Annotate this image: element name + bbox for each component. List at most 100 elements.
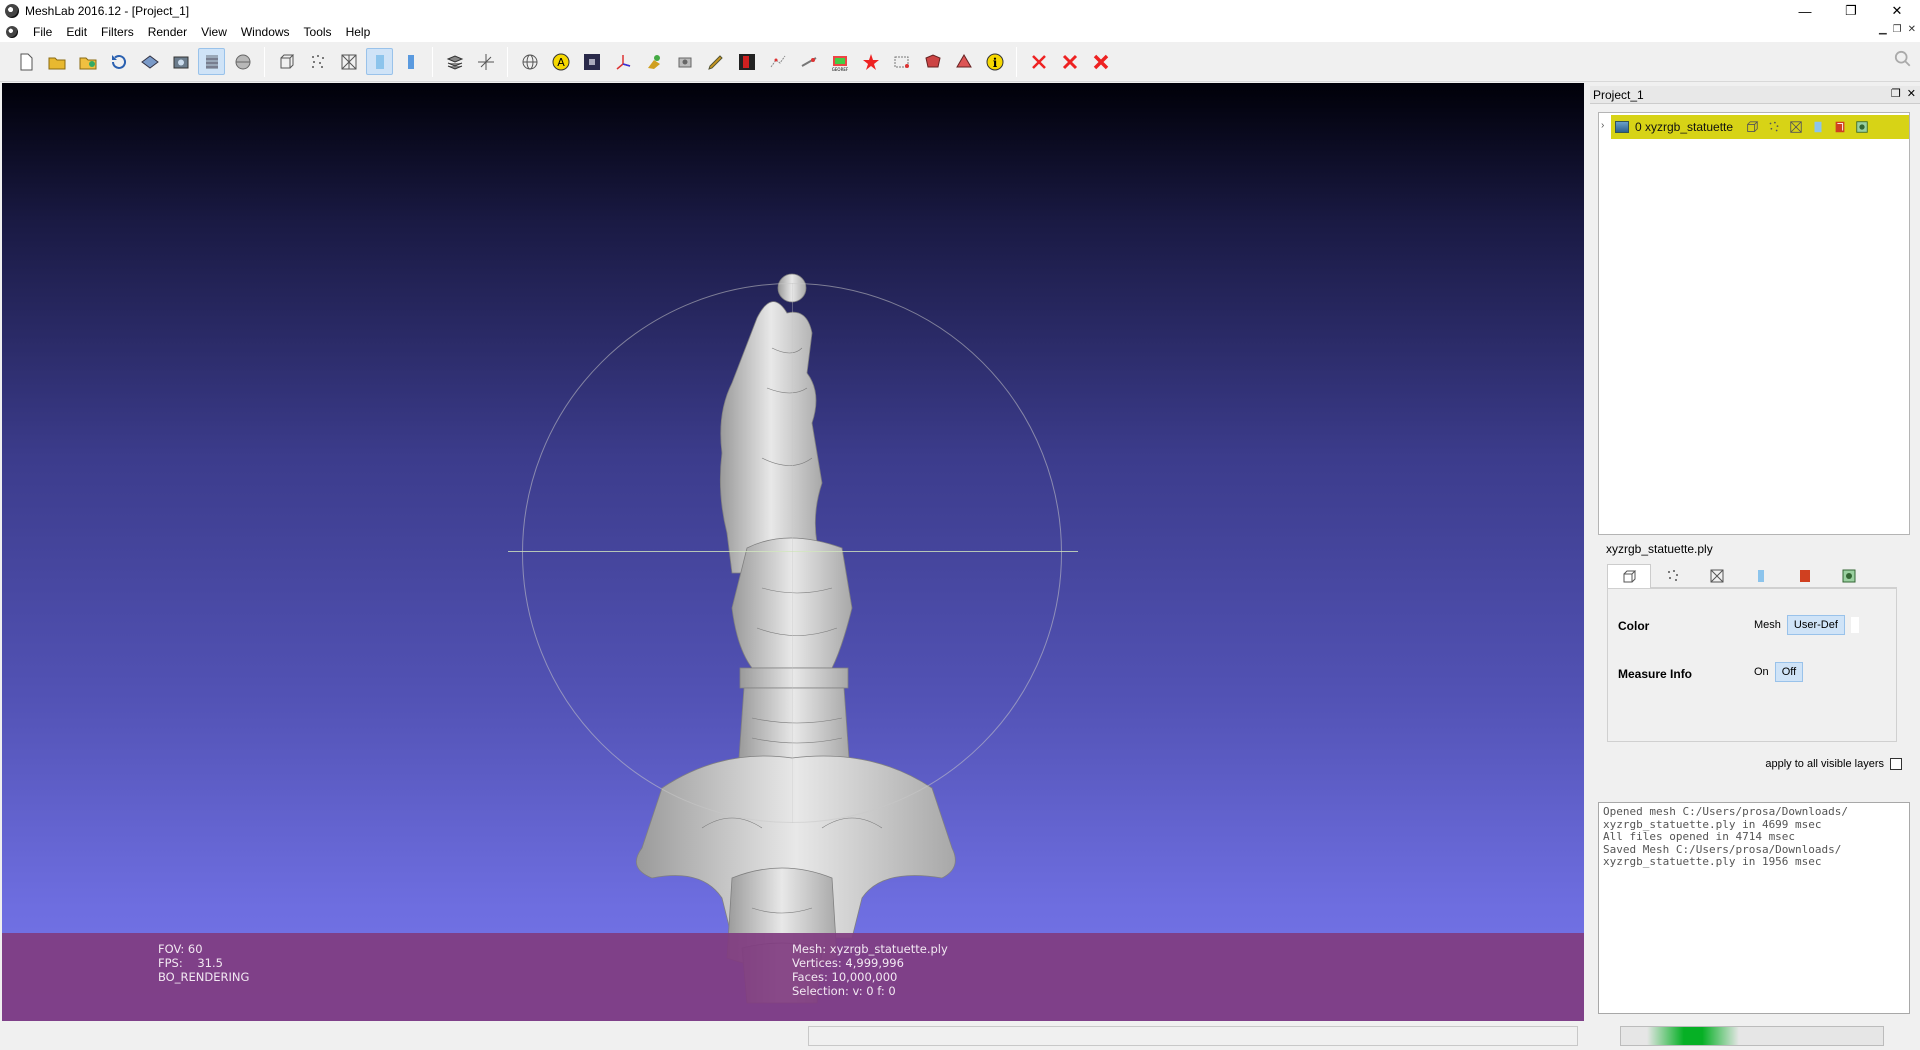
log-window[interactable]: Opened mesh C:/Users/prosa/Downloads/ xy… — [1598, 802, 1910, 1014]
fps-text: FPS: 31.5 — [158, 956, 223, 970]
3d-viewport[interactable]: FOV: 60 FPS: 31.5 BO_RENDERING Mesh: xyz… — [2, 83, 1584, 1021]
delete-icon[interactable] — [1025, 48, 1052, 75]
color-userdef-option[interactable]: User-Def — [1786, 615, 1845, 635]
flat-icon[interactable] — [397, 48, 424, 75]
camera-icon[interactable] — [671, 48, 698, 75]
expand-arrow-icon[interactable]: › — [1601, 120, 1604, 131]
layer-row[interactable]: 0 xyzrgb_statuette — [1611, 115, 1909, 139]
open-project-icon[interactable] — [74, 48, 101, 75]
sphere-icon[interactable] — [229, 48, 256, 75]
texture-icon — [1800, 570, 1810, 582]
bbox-icon[interactable] — [1744, 119, 1760, 135]
menu-render[interactable]: Render — [141, 22, 194, 42]
annotation-icon[interactable]: A — [547, 48, 574, 75]
vertices-text: Vertices: 4,999,996 — [792, 956, 904, 970]
delete-faces-icon[interactable] — [1056, 48, 1083, 75]
log-line: All files opened in 4714 msec — [1603, 830, 1796, 844]
layer-dock-header: Project_1 ❐ ✕ — [1590, 86, 1920, 104]
mesh-decorator-icon[interactable] — [1854, 119, 1870, 135]
wireframe-icon[interactable] — [335, 48, 362, 75]
open-icon[interactable] — [43, 48, 70, 75]
delete-vertices-icon[interactable] — [1087, 48, 1114, 75]
menu-windows[interactable]: Windows — [234, 22, 297, 42]
fov-text: FOV: 60 — [158, 942, 203, 956]
toolbar-separator — [432, 46, 433, 77]
mask-icon[interactable] — [919, 48, 946, 75]
info-overlay: FOV: 60 FPS: 31.5 BO_RENDERING Mesh: xyz… — [2, 933, 1584, 1021]
paint-icon[interactable] — [640, 48, 667, 75]
menu-edit[interactable]: Edit — [59, 22, 94, 42]
render-info: FOV: 60 FPS: 31.5 BO_RENDERING — [158, 942, 249, 984]
menu-file[interactable]: File — [26, 22, 59, 42]
window-title: MeshLab 2016.12 - [Project_1] — [25, 4, 190, 18]
tab-texture[interactable] — [1783, 564, 1827, 588]
mesh-decorator-icon — [1842, 569, 1856, 583]
star-icon[interactable] — [857, 48, 884, 75]
georef-icon[interactable]: GEOREF — [826, 48, 853, 75]
properties-filename: xyzrgb_statuette.ply — [1606, 542, 1713, 556]
close-button[interactable]: ✕ — [1874, 0, 1920, 22]
apply-all-checkbox[interactable] — [1890, 758, 1902, 770]
smooth-icon[interactable] — [366, 48, 393, 75]
select-icon[interactable] — [764, 48, 791, 75]
align-icon[interactable] — [609, 48, 636, 75]
layers-icon[interactable] — [441, 48, 468, 75]
flat-lines-icon[interactable] — [198, 48, 225, 75]
tab-wireframe[interactable] — [1695, 564, 1739, 588]
svg-text:i: i — [992, 56, 997, 70]
search-icon[interactable] — [1894, 50, 1912, 71]
mdi-restore-icon[interactable]: ❐ — [1893, 24, 1902, 35]
measure-off-option[interactable]: Off — [1774, 662, 1804, 682]
log-line: Opened mesh C:/Users/prosa/Downloads/ — [1603, 805, 1849, 818]
minimize-button[interactable]: — — [1782, 0, 1828, 22]
color-mesh-option[interactable]: Mesh — [1754, 619, 1781, 631]
smooth-icon[interactable] — [1810, 119, 1826, 135]
mesh-properties-panel: xyzrgb_statuette.ply Color Mesh User-Def… — [1598, 540, 1910, 782]
wireframe-icon — [1710, 569, 1724, 583]
color-swatch[interactable] — [1850, 617, 1859, 633]
title-bar: MeshLab 2016.12 - [Project_1] — ❐ ✕ — [0, 0, 1920, 22]
brush-icon[interactable] — [702, 48, 729, 75]
axes-icon[interactable] — [472, 48, 499, 75]
toolbar-separator — [507, 46, 508, 77]
menu-help[interactable]: Help — [339, 22, 378, 42]
tab-decorators[interactable] — [1827, 564, 1871, 588]
texture-icon[interactable] — [578, 48, 605, 75]
tab-points[interactable] — [1651, 564, 1695, 588]
document-icon[interactable] — [6, 26, 18, 38]
meshlab-logo-icon — [5, 4, 19, 18]
mdi-close-icon[interactable]: ✕ — [1908, 24, 1916, 35]
new-icon[interactable] — [12, 48, 39, 75]
visibility-icon[interactable] — [1615, 121, 1629, 133]
bbox-icon[interactable] — [273, 48, 300, 75]
texture-icon[interactable] — [1832, 119, 1848, 135]
selection-text: Selection: v: 0 f: 0 — [792, 984, 896, 998]
apply-all-row: apply to all visible layers — [1765, 758, 1902, 770]
pdf-icon[interactable] — [733, 48, 760, 75]
dock-float-icon[interactable]: ❐ — [1891, 87, 1901, 100]
mesh-info: Mesh: xyzrgb_statuette.ply Vertices: 4,9… — [792, 942, 948, 998]
properties-content: Color Mesh User-Def Measure Info On Off — [1607, 588, 1897, 742]
points-icon[interactable] — [1766, 119, 1782, 135]
measure-icon[interactable] — [795, 48, 822, 75]
wireframe-icon[interactable] — [1788, 119, 1804, 135]
log-line: xyzrgb_statuette.ply in 1956 msec — [1603, 855, 1822, 869]
points-icon[interactable] — [304, 48, 331, 75]
menu-filters[interactable]: Filters — [94, 22, 141, 42]
menu-tools[interactable]: Tools — [297, 22, 339, 42]
measure-on-option[interactable]: On — [1754, 666, 1769, 678]
save-icon[interactable] — [136, 48, 163, 75]
dock-close-icon[interactable]: ✕ — [1907, 87, 1916, 100]
globe-icon[interactable] — [516, 48, 543, 75]
info-icon[interactable]: i — [981, 48, 1008, 75]
tab-bbox[interactable] — [1607, 564, 1651, 588]
mdi-minimize-icon[interactable]: ▁ — [1879, 24, 1887, 35]
reload-icon[interactable] — [105, 48, 132, 75]
menu-view[interactable]: View — [194, 22, 234, 42]
tab-smooth[interactable] — [1739, 564, 1783, 588]
flip-icon[interactable] — [950, 48, 977, 75]
restore-button[interactable]: ❐ — [1828, 0, 1874, 22]
selection-rect-icon[interactable] — [888, 48, 915, 75]
status-bar — [0, 1022, 1920, 1050]
snapshot-icon[interactable] — [167, 48, 194, 75]
